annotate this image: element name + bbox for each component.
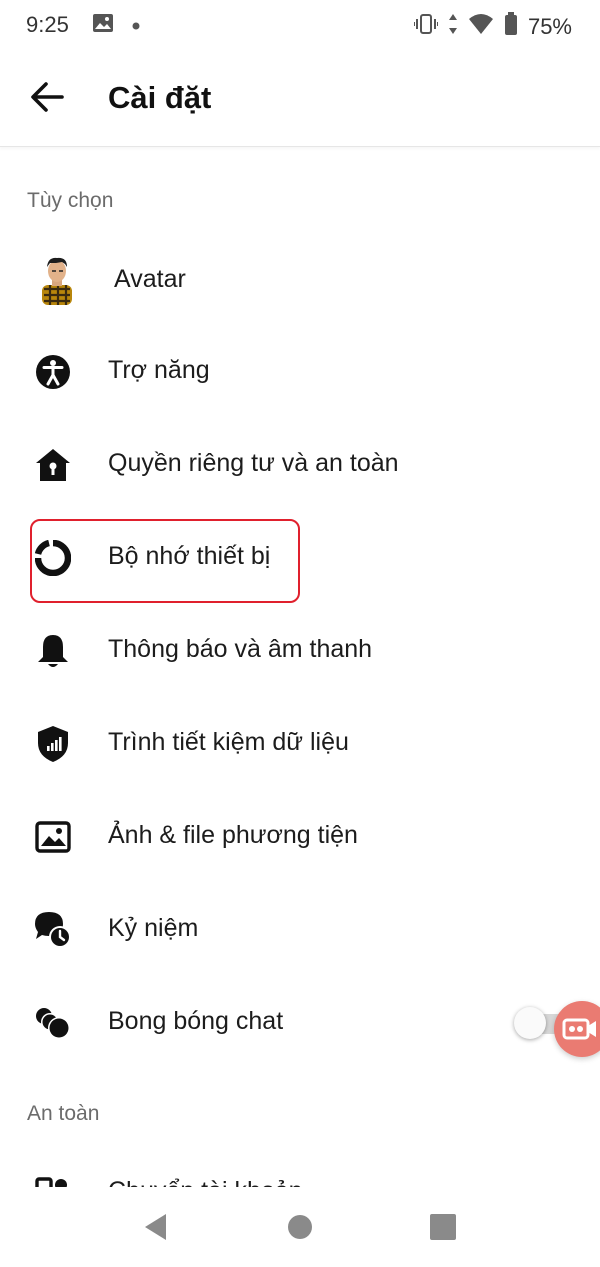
- nav-recents-button[interactable]: [427, 1211, 459, 1243]
- privacy-house-icon: [33, 445, 73, 485]
- home-circle-icon: [288, 1215, 312, 1239]
- menu-item-photos-media[interactable]: Ảnh & file phương tiện: [0, 791, 600, 883]
- menu-item-label: Thông báo và âm thanh: [108, 635, 373, 663]
- arrow-left-icon: [31, 82, 64, 112]
- menu-item-notifications[interactable]: Thông báo và âm thanh: [0, 605, 600, 697]
- switch-account-icon: [33, 1173, 73, 1187]
- battery-icon: [504, 12, 518, 42]
- status-bar: 9:25 75%: [0, 0, 600, 52]
- accessibility-icon: [33, 352, 73, 392]
- photo-icon: [33, 817, 73, 857]
- app-header: Cài đặt: [0, 52, 600, 147]
- image-icon: [92, 13, 114, 38]
- menu-item-chat-heads[interactable]: Bong bóng chat: [0, 977, 600, 1069]
- nav-home-button[interactable]: [284, 1211, 316, 1243]
- menu-item-label: Bộ nhớ thiết bị: [108, 542, 271, 570]
- dot-icon: [132, 17, 140, 35]
- memories-clock-icon: [33, 910, 73, 950]
- menu-item-accessibility[interactable]: Trợ năng: [0, 326, 600, 418]
- menu-item-label: Kỷ niệm: [108, 914, 199, 942]
- video-camera-icon: [562, 1018, 596, 1040]
- section-header-preferences: Tùy chọn: [27, 189, 114, 212]
- status-time: 9:25: [26, 12, 69, 37]
- menu-item-avatar[interactable]: Avatar: [0, 233, 600, 325]
- nav-back-button[interactable]: [140, 1211, 172, 1243]
- data-arrows-icon: [448, 13, 458, 41]
- recents-square-icon: [430, 1214, 456, 1240]
- page-title: Cài đặt: [108, 80, 212, 115]
- menu-item-label: Trình tiết kiệm dữ liệu: [108, 728, 349, 756]
- menu-item-storage[interactable]: Bộ nhớ thiết bị: [0, 512, 600, 604]
- system-nav-bar: [0, 1187, 600, 1267]
- back-button[interactable]: [26, 76, 68, 118]
- menu-item-label: Quyền riêng tư và an toàn: [108, 449, 399, 477]
- menu-item-label: Chuyển tài khoản: [108, 1177, 303, 1187]
- avatar-image: [34, 255, 78, 305]
- battery-percent: 75%: [527, 14, 572, 39]
- menu-item-memories[interactable]: Kỷ niệm: [0, 884, 600, 976]
- wifi-icon: [468, 13, 494, 41]
- menu-item-label: Trợ năng: [108, 356, 210, 384]
- section-header-safety: An toàn: [27, 1102, 100, 1125]
- vibrate-icon: [412, 13, 439, 41]
- bell-icon: [33, 631, 73, 671]
- floating-call-button[interactable]: [554, 1001, 600, 1057]
- menu-item-switch-account[interactable]: Chuyển tài khoản: [0, 1147, 600, 1187]
- data-saver-shield-icon: [33, 724, 73, 764]
- menu-item-label: Avatar: [114, 265, 186, 293]
- menu-item-label: Bong bóng chat: [108, 1007, 284, 1035]
- menu-item-label: Ảnh & file phương tiện: [108, 821, 358, 849]
- toggle-knob: [514, 1007, 546, 1039]
- back-triangle-icon: [145, 1214, 166, 1240]
- chat-bubbles-icon: [33, 1003, 73, 1043]
- settings-list[interactable]: Tùy chọn Avatar Trợ năng Quyền riêng tư …: [0, 147, 600, 1187]
- storage-ring-icon: [33, 538, 73, 578]
- menu-item-privacy[interactable]: Quyền riêng tư và an toàn: [0, 419, 600, 511]
- menu-item-data-saver[interactable]: Trình tiết kiệm dữ liệu: [0, 698, 600, 790]
